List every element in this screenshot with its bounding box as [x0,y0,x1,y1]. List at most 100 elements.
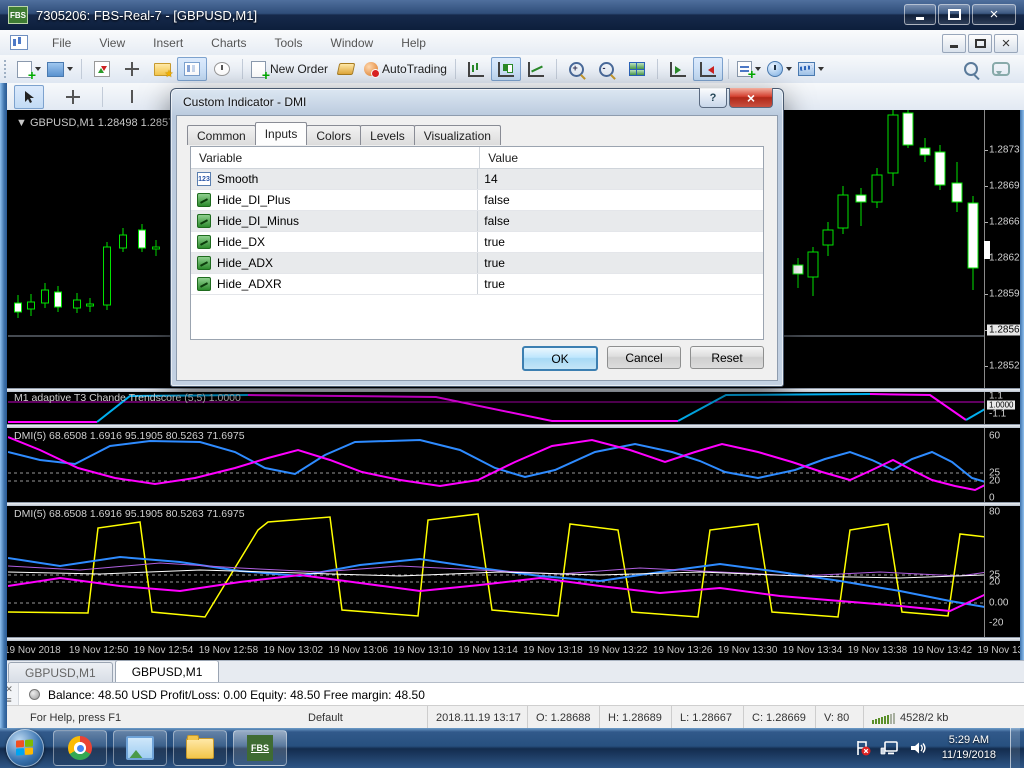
standard-toolbar: New Order AutoTrading + - [0,55,1024,84]
chart-tab-1[interactable]: GBPUSD,M1 [115,660,220,682]
new-chart-button[interactable] [14,57,44,81]
cursor-button[interactable] [14,85,44,109]
chart-tab-0[interactable]: GBPUSD,M1 [8,662,113,682]
taskbar-photo-viewer-button[interactable] [113,730,167,766]
variable-value[interactable]: true [478,232,763,252]
pane-separator[interactable] [0,502,1024,506]
profiles-button[interactable] [44,57,76,81]
auto-scroll-button[interactable] [663,57,693,81]
indicators-button[interactable] [734,57,764,81]
column-header-value[interactable]: Value [480,147,763,168]
data-window-button[interactable] [117,57,147,81]
menu-item-help[interactable]: Help [387,36,440,50]
zoom-out-button[interactable]: - [592,57,622,81]
chart-close-button[interactable] [994,34,1018,53]
cancel-button[interactable]: Cancel [607,346,681,369]
dialog-title: Custom Indicator - DMI [183,95,306,109]
vertical-line-button[interactable] [117,85,147,109]
navigator-button[interactable] [147,57,177,81]
table-row[interactable]: Hide_ADXtrue [191,253,763,274]
taskbar-fbs-mt4-button[interactable]: FBS [233,730,287,766]
tab-common[interactable]: Common [187,125,256,145]
price-scale-label: 1.28698 [989,181,1024,192]
restore-button[interactable] [938,4,970,25]
terminal-button[interactable] [177,57,207,81]
chart-minimize-button[interactable] [942,34,966,53]
line-chart-button[interactable] [521,57,551,81]
network-icon[interactable] [880,739,900,757]
time-axis[interactable]: 19 Nov 201819 Nov 12:5019 Nov 12:5419 No… [0,640,1024,661]
start-button[interactable] [6,729,44,767]
autotrading-button[interactable]: AutoTrading [361,57,450,81]
periods-button[interactable] [764,57,795,81]
action-center-flag-icon[interactable] [854,739,872,757]
taskbar-chrome-button[interactable] [53,730,107,766]
minimize-button[interactable] [904,4,936,25]
pane-separator[interactable] [0,424,1024,428]
menu-item-view[interactable]: View [85,36,139,50]
inputs-table: Variable Value 123Smooth14Hide_DI_Plusfa… [190,146,764,340]
dialog-help-button[interactable]: ? [699,88,727,108]
price-scale[interactable]: 1.287331.286981.286631.286281.285931.285… [984,110,1024,660]
variable-value[interactable]: 14 [478,169,763,189]
table-row[interactable]: Hide_DI_Minusfalse [191,211,763,232]
new-order-button[interactable]: New Order [248,57,331,81]
table-row[interactable]: Hide_DXtrue [191,232,763,253]
show-desktop-button[interactable] [1010,728,1020,768]
indicator-pane-dmi-2[interactable] [8,505,984,637]
search-button[interactable] [956,57,986,81]
taskbar-explorer-button[interactable] [173,730,227,766]
variable-value[interactable]: false [478,211,763,231]
tab-levels[interactable]: Levels [360,125,415,145]
chart-restore-button[interactable] [968,34,992,53]
zoom-in-button[interactable]: + [562,57,592,81]
chart-shift-button[interactable] [693,57,723,81]
candlestick-chart-button[interactable] [491,57,521,81]
menu-item-charts[interactable]: Charts [197,36,260,50]
candle [872,175,882,202]
column-header-variable[interactable]: Variable [191,147,480,168]
toolbar-grip[interactable] [4,60,10,78]
taskbar-clock[interactable]: 5:29 AM 11/19/2018 [936,733,1002,763]
tab-visualization[interactable]: Visualization [414,125,501,145]
menu-item-window[interactable]: Window [317,36,388,50]
pane-separator[interactable] [0,637,1024,641]
close-icon [990,7,999,22]
status-volume: V: 80 [816,706,864,729]
market-watch-button[interactable] [87,57,117,81]
tab-colors[interactable]: Colors [306,125,361,145]
table-row[interactable]: 123Smooth14 [191,169,763,190]
menu-item-insert[interactable]: Insert [139,36,197,50]
menu-item-file[interactable]: File [38,36,85,50]
variable-value[interactable]: false [478,190,763,210]
table-row[interactable]: Hide_DI_Plusfalse [191,190,763,211]
templates-button[interactable] [795,57,827,81]
status-profile[interactable]: Default [300,706,428,729]
tile-windows-button[interactable] [622,57,652,81]
autotrading-icon [364,62,378,76]
chart-menu-icon [10,35,28,50]
candle [15,303,22,312]
price-scale-label: 1.28733 [989,145,1024,156]
close-button[interactable] [972,4,1016,25]
variable-value[interactable]: true [478,253,763,273]
ok-button[interactable]: OK [522,346,598,371]
metaeditor-button[interactable] [331,57,361,81]
volume-icon[interactable] [908,739,928,757]
variable-value[interactable]: true [478,274,763,294]
reset-button[interactable]: Reset [690,346,764,369]
table-row[interactable]: Hide_ADXRtrue [191,274,763,295]
strategy-tester-button[interactable] [207,57,237,81]
tab-inputs[interactable]: Inputs [255,122,308,145]
chat-button[interactable] [986,57,1016,81]
dialog-close-button[interactable] [729,88,773,108]
crosshair-button[interactable] [58,85,88,109]
connection-label: 4528/2 kb [900,712,948,724]
search-icon [964,62,978,76]
candle [104,247,111,305]
candle [838,195,848,228]
pane-separator[interactable] [0,388,1024,392]
menu-item-tools[interactable]: Tools [261,36,317,50]
time-axis-label: 19 Nov 13:10 [393,645,453,656]
bar-chart-button[interactable] [461,57,491,81]
